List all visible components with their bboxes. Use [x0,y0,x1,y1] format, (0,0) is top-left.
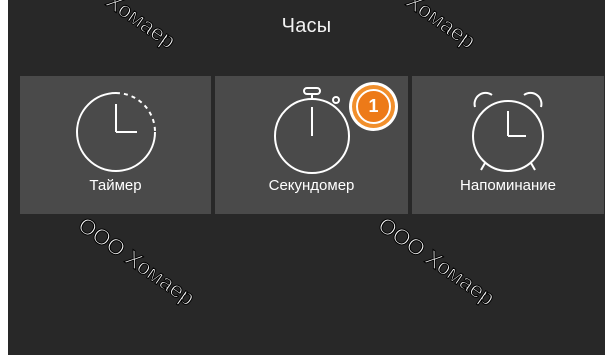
tile-timer[interactable]: Таймер [20,76,211,214]
stopwatch-icon [273,87,350,174]
tile-reminder[interactable]: Напоминание [412,76,604,214]
tile-stopwatch-label: Секундомер [268,177,355,194]
alarm-clock-icon [472,91,544,172]
page-title: Часы [281,15,332,37]
step-badge-ring: 1 [352,85,395,128]
tile-reminder-label: Напоминание [460,177,556,194]
tile-timer-label: Таймер [89,177,142,194]
step-badge: 1 [349,82,398,131]
step-badge-number: 1 [356,89,391,124]
clock-app-screen: Часы Таймер Секундомер Напоминание 1 Хом… [8,0,605,355]
timer-icon [75,92,156,172]
